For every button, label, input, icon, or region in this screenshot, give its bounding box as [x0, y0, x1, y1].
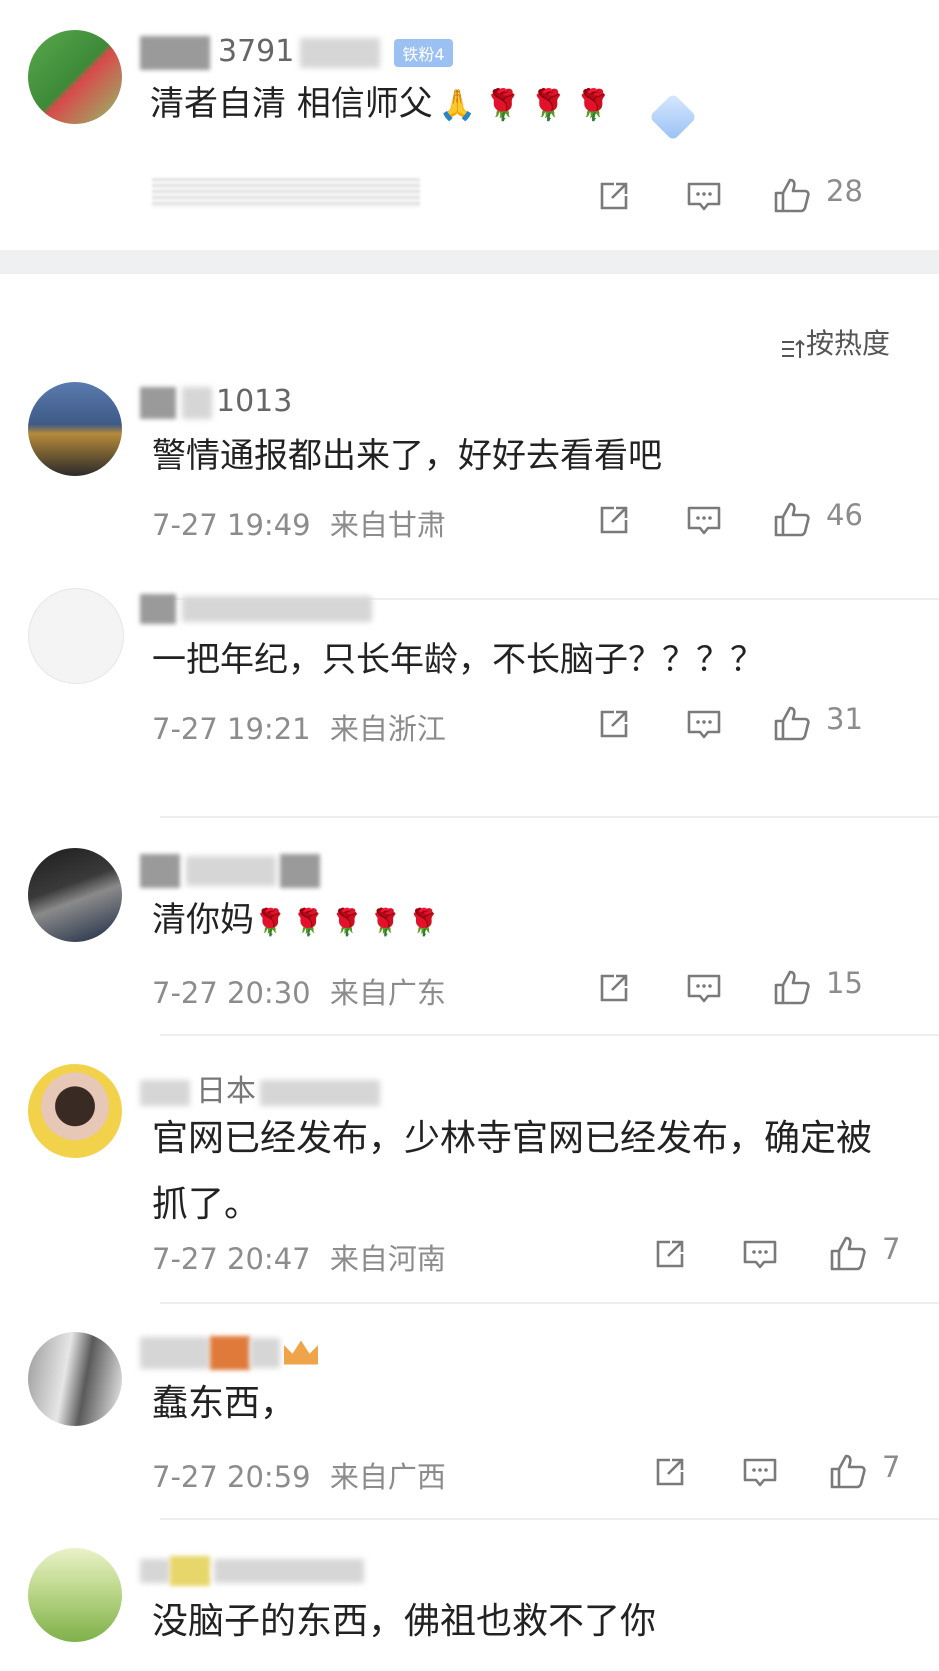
sort-button[interactable]: 按热度 — [780, 322, 890, 362]
like-icon[interactable] — [772, 500, 812, 540]
share-icon[interactable] — [594, 968, 634, 1008]
comment-text: 清者自清 相信师父 🙏🌹🌹🌹 — [150, 76, 620, 134]
avatar[interactable] — [28, 1064, 122, 1158]
comment-text: 没脑子的东西，佛祖也救不了你 — [152, 1601, 657, 1642]
username[interactable] — [140, 590, 372, 625]
like-icon[interactable] — [828, 1452, 868, 1492]
like-count: 28 — [826, 174, 863, 208]
fan-badge: 铁粉4 — [394, 38, 453, 67]
comment-meta: 7-27 20:30 来自广东 — [152, 970, 446, 1012]
username-text: 日本 — [196, 1074, 256, 1109]
avatar[interactable] — [28, 30, 122, 124]
like-icon[interactable] — [772, 968, 812, 1008]
crown-icon — [284, 1340, 318, 1365]
sort-label: 按热度 — [806, 327, 891, 360]
location: 来自广东 — [329, 976, 446, 1010]
blurred-meta — [152, 178, 420, 208]
like-count: 15 — [826, 966, 863, 1000]
divider — [160, 1034, 939, 1036]
comment-text: 一把年纪，只长年龄，不长脑子？？？？ — [152, 640, 764, 680]
comment-meta: 7-27 20:47 来自河南 — [152, 1236, 446, 1278]
emoji: 🙏🌹🌹🌹 — [438, 88, 621, 123]
like-count: 7 — [882, 1450, 901, 1484]
location: 来自浙江 — [329, 712, 446, 746]
comment-icon[interactable] — [684, 704, 724, 744]
avatar[interactable] — [28, 1548, 122, 1642]
comment-text: 官网已经发布，少林寺官网已经发布，确定被抓了。 — [152, 1118, 873, 1225]
comment-text: 警情通报都出来了，好好去看看吧 — [152, 436, 662, 476]
location: 来自河南 — [329, 1242, 446, 1276]
username-text: 3791 — [218, 34, 295, 69]
emoji: 🌹🌹🌹🌹🌹 — [254, 908, 446, 938]
share-icon[interactable] — [594, 176, 634, 216]
like-count: 46 — [826, 498, 863, 532]
location: 来自广西 — [329, 1460, 446, 1494]
top-comment: 3791 铁粉4 清者自清 相信师父 🙏🌹🌹🌹 28 — [0, 0, 939, 250]
diamond-icon — [648, 92, 698, 142]
timestamp: 7-27 19:21 — [152, 712, 311, 746]
comment-icon[interactable] — [740, 1234, 780, 1274]
divider — [160, 1518, 939, 1520]
comment-text: 蠢东西， — [152, 1383, 297, 1424]
like-icon[interactable] — [772, 704, 812, 744]
like-icon[interactable] — [772, 176, 812, 216]
comment-icon[interactable] — [684, 968, 724, 1008]
section-separator — [0, 250, 939, 274]
action-bar: 31 — [594, 702, 924, 744]
share-icon[interactable] — [594, 500, 634, 540]
avatar[interactable] — [28, 382, 122, 476]
comment-text: 清你妈🌹🌹🌹🌹🌹 — [152, 892, 446, 951]
avatar[interactable] — [28, 848, 122, 942]
comment-text-content: 清者自清 相信师父 — [150, 84, 433, 124]
comment-meta: 7-27 19:49 来自甘肃 — [152, 502, 446, 544]
comment-text-content: 清你妈 — [152, 900, 254, 940]
action-bar: 46 — [594, 498, 924, 540]
share-icon[interactable] — [650, 1452, 690, 1492]
timestamp: 7-27 20:30 — [152, 976, 311, 1010]
username[interactable] — [140, 1552, 364, 1587]
timestamp: 7-27 20:59 — [152, 1460, 311, 1494]
action-bar: 28 — [594, 174, 924, 216]
username[interactable]: 1013 — [140, 384, 292, 419]
divider — [160, 1302, 939, 1304]
like-count: 31 — [826, 702, 863, 736]
timestamp: 7-27 19:49 — [152, 508, 311, 542]
share-icon[interactable] — [594, 704, 634, 744]
location: 来自甘肃 — [329, 508, 446, 542]
comment-icon[interactable] — [740, 1452, 780, 1492]
avatar[interactable] — [28, 588, 124, 684]
username-text: 1013 — [216, 384, 293, 419]
action-bar: 15 — [594, 966, 924, 1008]
comment-meta: 7-27 19:21 来自浙江 — [152, 706, 446, 748]
timestamp: 7-27 20:47 — [152, 1242, 311, 1276]
like-icon[interactable] — [828, 1234, 868, 1274]
comment-meta: 7-27 20:59 来自广西 — [152, 1454, 446, 1496]
username[interactable] — [140, 1334, 318, 1370]
like-count: 7 — [882, 1232, 901, 1266]
username[interactable]: 日本 — [140, 1066, 380, 1110]
share-icon[interactable] — [650, 1234, 690, 1274]
username[interactable]: 3791 铁粉4 — [140, 34, 453, 70]
action-bar: 7 — [650, 1450, 939, 1492]
comment-icon[interactable] — [684, 176, 724, 216]
username[interactable] — [140, 852, 320, 888]
comment-icon[interactable] — [684, 500, 724, 540]
action-bar: 7 — [650, 1232, 939, 1274]
sort-icon — [780, 334, 806, 358]
avatar[interactable] — [28, 1332, 122, 1426]
divider — [160, 816, 939, 818]
